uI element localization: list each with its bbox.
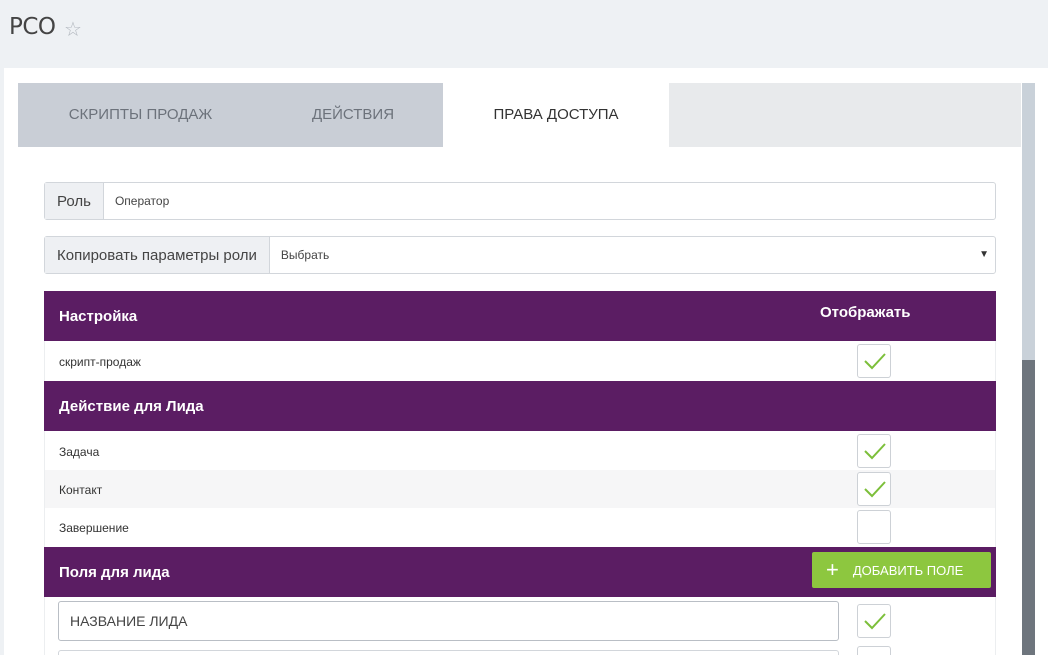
lead-action-row: Завершение [44,508,996,547]
tab-actions[interactable]: Действия [263,83,443,147]
app-title: РСО [9,14,56,40]
top-bar: РСО ☆ [0,0,1048,68]
tab-access-rights[interactable]: Права доступа [443,83,669,147]
lead-name-field[interactable]: Название лида [58,601,839,641]
lead-action-label: Задача [59,445,100,459]
display-checkbox[interactable] [857,472,891,506]
settings-section-title: Настройка [59,308,138,325]
lead-field-input[interactable] [58,650,839,655]
display-checkbox[interactable] [857,604,891,638]
display-checkbox[interactable] [857,434,891,468]
check-icon [864,443,886,460]
display-checkbox[interactable] [857,510,891,544]
lead-fields-section-title: Поля для лида [59,564,170,581]
check-icon [864,353,886,370]
settings-section-header: Настройка Отображать [44,291,996,341]
display-column-header: Отображать [820,304,911,321]
check-icon [864,481,886,498]
add-field-button[interactable]: + Добавить поле [812,552,991,588]
tab-sales-scripts[interactable]: Скрипты продаж [18,83,263,147]
caret-down-icon[interactable]: ▼ [979,249,989,260]
lead-actions-section-title: Действие для Лида [59,398,204,415]
copy-role-field-group: Копировать параметры роли Выбрать ▼ [44,236,996,274]
settings-row: скрипт-продаж [44,341,996,381]
lead-action-row: Контакт [44,470,996,508]
lead-action-label: Завершение [59,521,129,535]
role-field-group: Роль Оператор [44,182,996,220]
copy-role-select[interactable]: Выбрать [270,237,995,273]
add-field-label: Добавить поле [852,562,964,578]
display-checkbox[interactable] [857,646,891,655]
role-input[interactable]: Оператор [104,183,995,219]
star-outline-icon[interactable]: ☆ [64,17,82,41]
check-icon [864,613,886,630]
settings-row-label: скрипт-продаж [59,355,141,369]
tab-bar: Скрипты продаж Действия Права доступа [18,83,1021,147]
lead-actions-section-header: Действие для Лида [44,381,996,431]
copy-role-label: Копировать параметры роли [45,237,270,273]
lead-action-label: Контакт [59,483,103,497]
role-label: Роль [45,183,104,219]
scrollbar[interactable] [1022,83,1035,655]
scrollbar-thumb[interactable] [1022,360,1035,655]
lead-action-row: Задача [44,431,996,470]
plus-icon: + [826,557,839,582]
display-checkbox[interactable] [857,344,891,378]
